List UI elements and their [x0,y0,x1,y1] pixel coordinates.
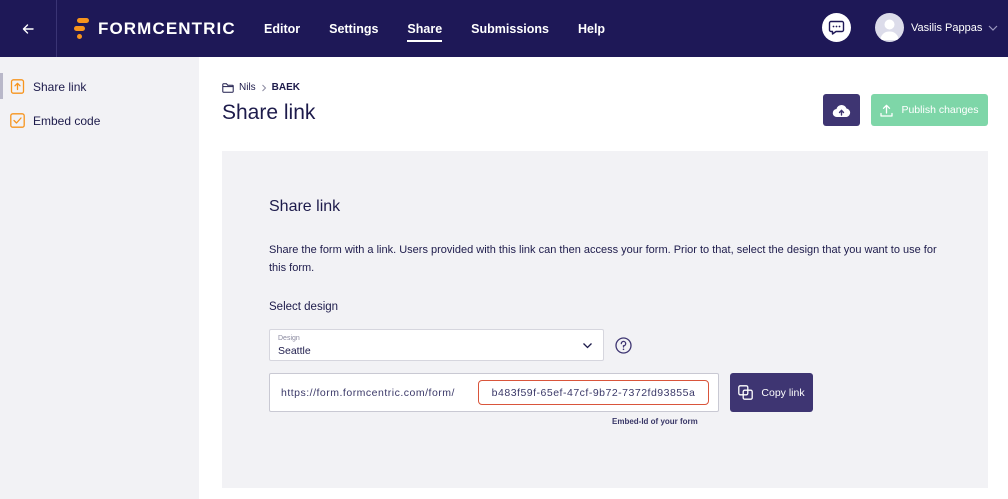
sidebar-item-embed-code[interactable]: Embed code [10,113,100,128]
nav-share[interactable]: Share [407,22,442,42]
publish-label: Publish changes [901,104,979,116]
upload-icon [880,104,894,117]
embed-id-highlight: b483f59f-65ef-47cf-9b72-7372fd93855a [478,380,709,405]
nav-submissions[interactable]: Submissions [471,22,549,36]
avatar [875,13,904,42]
formcentric-logo-mark-icon [74,18,89,39]
help-icon[interactable] [615,337,632,354]
nav-editor[interactable]: Editor [264,22,300,36]
embed-id-caption: Embed-Id of your form [612,417,698,426]
share-link-panel: Share link Share the form with a link. U… [222,151,988,488]
sidebar-active-indicator [0,73,3,99]
copy-icon [738,385,754,400]
share-url-field[interactable]: https://form.formcentric.com/form/ b483f… [269,373,719,412]
chat-button[interactable] [822,13,851,42]
copy-link-button[interactable]: Copy link [730,373,813,412]
folder-icon [222,82,234,93]
sidebar-item-share-link[interactable]: Share link [10,79,86,94]
main-nav: Editor Settings Share Submissions Help [264,0,634,57]
breadcrumb-parent[interactable]: Nils [239,82,256,93]
sidebar-item-label: Embed code [33,113,101,128]
user-silhouette-icon [880,19,899,40]
chevron-down-icon [583,343,592,349]
chat-bubble-icon [828,20,845,35]
select-value: Seattle [278,345,311,357]
top-navigation-bar: FORMCENTRIC Editor Settings Share Submis… [0,0,1008,57]
panel-title: Share link [269,198,341,215]
panel-description: Share the form with a link. Users provid… [269,244,937,274]
select-design-label: Select design [269,301,339,313]
copy-link-label: Copy link [761,386,805,399]
page-title: Share link [222,101,316,124]
chevron-down-icon [988,25,998,31]
user-name: Vasilis Pappas [911,21,983,34]
cloud-save-button[interactable] [823,94,860,126]
chevron-right-icon [261,84,266,91]
nav-settings[interactable]: Settings [329,22,378,36]
sidebar-item-label: Share link [33,79,87,94]
user-menu[interactable]: Vasilis Pappas [875,13,998,42]
formcentric-logo[interactable]: FORMCENTRIC [74,18,236,39]
cloud-upload-icon [832,104,851,117]
share-upload-icon [10,79,25,94]
sidebar: Share link Embed code [0,57,199,499]
back-button[interactable] [0,0,57,57]
nav-help[interactable]: Help [578,22,605,36]
embed-check-icon [10,113,25,128]
brand-name: FORMCENTRIC [98,18,236,38]
arrow-left-icon [22,23,34,34]
url-prefix: https://form.formcentric.com/form/ [281,387,455,399]
breadcrumb-current: BAEK [271,82,301,93]
breadcrumb: Nils BAEK [222,82,300,93]
select-mini-label: Design [278,335,300,342]
publish-changes-button[interactable]: Publish changes [871,94,988,126]
design-select[interactable]: Design Seattle [269,329,604,361]
